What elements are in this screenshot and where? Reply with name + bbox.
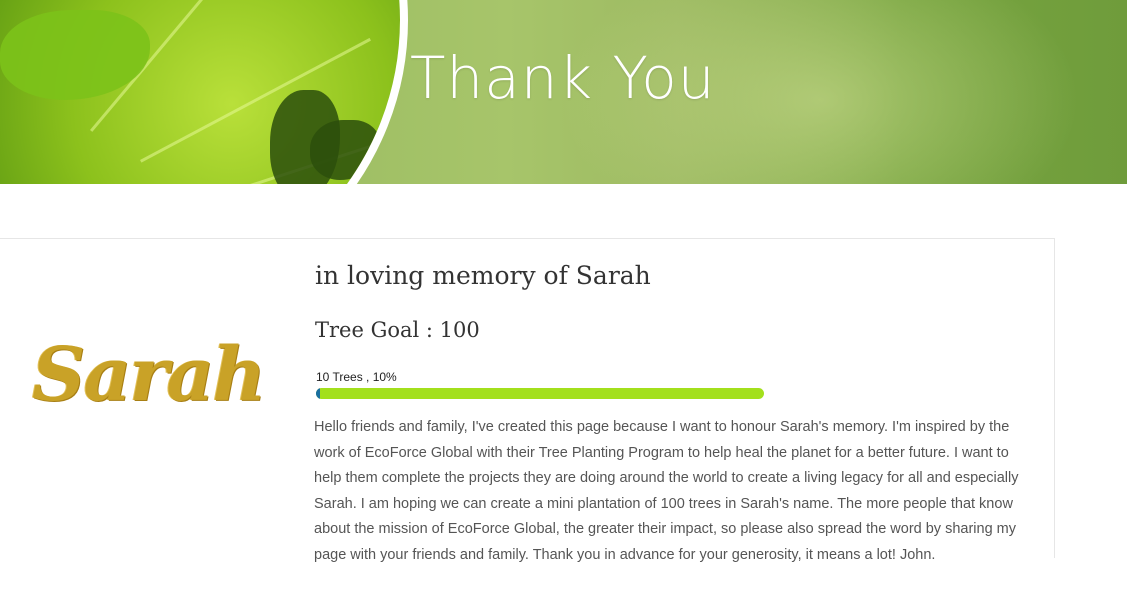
campaign-description: Hello friends and family, I've created t… (314, 419, 1019, 563)
banner-title: Thank You (410, 44, 716, 112)
progress-bar (316, 388, 764, 399)
progress-bar-fill (316, 388, 320, 399)
thank-you-banner: Thank You (0, 0, 1127, 184)
banner-white-arc (0, 0, 408, 184)
tree-goal: Tree Goal : 100 (315, 318, 480, 342)
progress-label: 10 Trees , 10% (316, 370, 397, 384)
sarah-glitter-logo: Sarah (32, 332, 266, 418)
page-title: in loving memory of Sarah (315, 261, 651, 290)
